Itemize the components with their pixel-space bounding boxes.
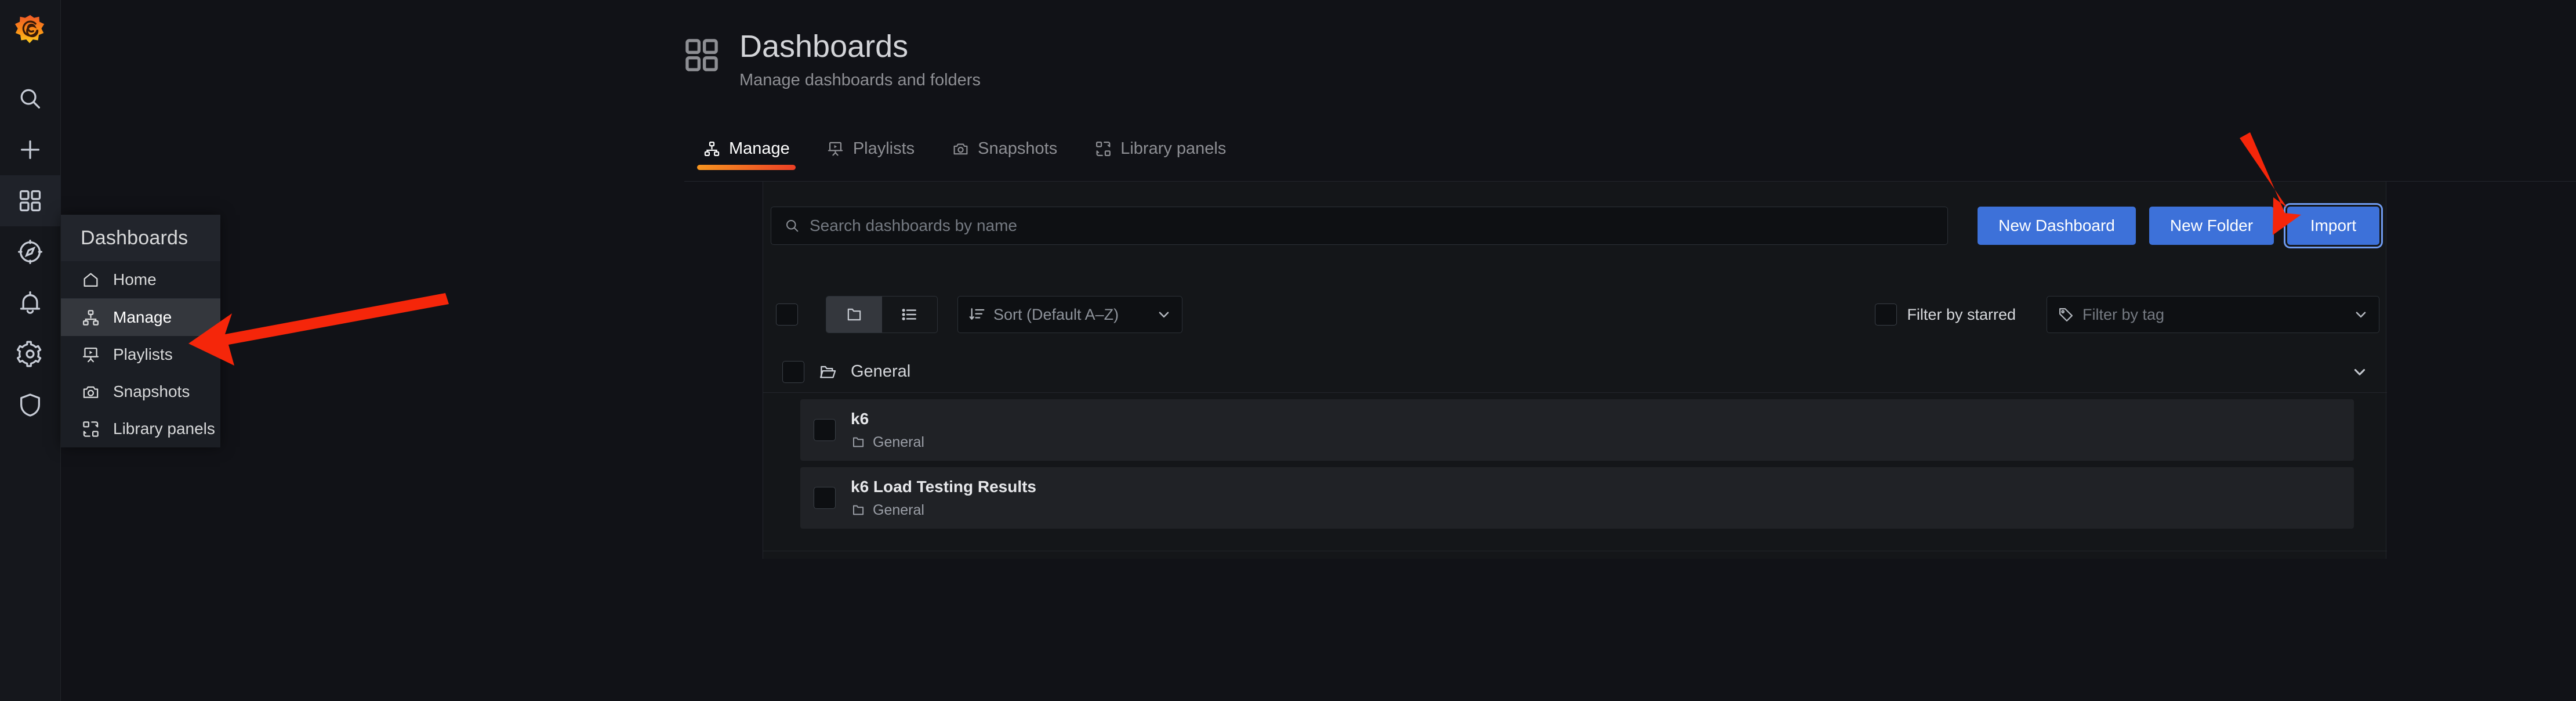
dashboard-list-item[interactable]: k6 Load Testing Results General xyxy=(800,467,2354,529)
sort-dropdown-label: Sort (Default A–Z) xyxy=(993,305,1119,323)
grafana-app-window: Dashboards Manage dashboards and folders… xyxy=(0,0,2576,701)
bell-icon xyxy=(17,290,43,316)
apps-grid-icon xyxy=(681,35,722,75)
primary-nav-rail xyxy=(0,0,61,701)
camera-icon xyxy=(952,140,969,158)
view-mode-toggle xyxy=(826,296,938,333)
chevron-down-icon xyxy=(1156,307,1171,322)
import-button[interactable]: Import xyxy=(2287,207,2379,245)
chevron-down-icon[interactable] xyxy=(2352,364,2368,380)
sort-dropdown[interactable]: Sort (Default A–Z) xyxy=(957,296,1182,333)
presentation-play-icon xyxy=(827,140,844,158)
sort-amount-down-icon xyxy=(968,306,986,323)
shield-icon xyxy=(17,392,43,418)
folder-name: General xyxy=(851,362,911,381)
select-all-checkbox[interactable] xyxy=(776,303,798,326)
page-tabs: Manage Playlists Snapshots Library panel… xyxy=(684,139,1245,170)
view-mode-list-button[interactable] xyxy=(882,297,938,333)
search-input[interactable] xyxy=(810,216,1911,235)
dashboard-checkbox[interactable] xyxy=(814,419,836,441)
search-icon xyxy=(784,218,800,234)
new-folder-button[interactable]: New Folder xyxy=(2149,207,2274,245)
library-panel-icon xyxy=(81,419,100,439)
menu-item-label: Home xyxy=(113,270,157,288)
list-icon xyxy=(900,305,919,324)
search-results-list: General k6 General k6 Load Testing Resul… xyxy=(763,351,2387,529)
starred-checkbox[interactable] xyxy=(1875,303,1897,326)
view-mode-folder-button[interactable] xyxy=(826,297,882,333)
rail-item-alerting[interactable] xyxy=(0,277,61,328)
sitemap-icon xyxy=(81,308,100,327)
presentation-play-icon xyxy=(81,345,100,364)
rail-search-button[interactable] xyxy=(0,73,61,124)
tab-label: Manage xyxy=(729,139,790,158)
rail-create-button[interactable] xyxy=(0,124,61,175)
tag-filter-placeholder: Filter by tag xyxy=(2082,305,2165,323)
menu-item-label: Playlists xyxy=(113,345,173,363)
camera-icon xyxy=(81,382,100,402)
grafana-logo[interactable] xyxy=(12,13,48,49)
menu-item-manage[interactable]: Manage xyxy=(61,299,220,336)
folder-checkbox[interactable] xyxy=(782,360,804,383)
tab-label: Snapshots xyxy=(978,139,1058,158)
dashboard-browser-panel: New Dashboard New Folder Import xyxy=(763,182,2387,559)
mega-menu-title: Dashboards xyxy=(81,226,188,249)
tab-snapshots[interactable]: Snapshots xyxy=(933,139,1076,170)
folder-open-icon xyxy=(818,363,837,381)
dashboard-list-item[interactable]: k6 General xyxy=(800,399,2354,461)
dashboards-mega-menu: Dashboards Home Manage Playlists Snapsho… xyxy=(61,215,220,447)
rail-item-explore[interactable] xyxy=(0,226,61,277)
starred-label: Filter by starred xyxy=(1907,305,2016,323)
tag-icon xyxy=(2058,306,2074,323)
sitemap-icon xyxy=(703,140,720,158)
tab-manage[interactable]: Manage xyxy=(684,139,808,170)
page-subtitle: Manage dashboards and folders xyxy=(739,70,981,89)
filter-and-sort-row: Sort (Default A–Z) Filter by starred Fil… xyxy=(763,296,2387,333)
tab-library-panels[interactable]: Library panels xyxy=(1076,139,1245,170)
chevron-down-icon xyxy=(2353,307,2368,322)
search-and-actions-row: New Dashboard New Folder Import xyxy=(763,207,2387,245)
folder-section-header[interactable]: General xyxy=(763,351,2387,393)
folder-icon xyxy=(851,435,866,450)
dashboard-title: k6 Load Testing Results xyxy=(851,477,1036,496)
menu-item-library-panels[interactable]: Library panels xyxy=(61,410,220,447)
menu-item-snapshots[interactable]: Snapshots xyxy=(61,373,220,410)
tag-filter-dropdown[interactable]: Filter by tag xyxy=(2047,296,2379,333)
new-dashboard-button[interactable]: New Dashboard xyxy=(1978,207,2136,245)
gear-icon xyxy=(17,341,43,367)
page-title: Dashboards xyxy=(739,29,909,64)
compass-icon xyxy=(17,239,43,265)
tab-playlists[interactable]: Playlists xyxy=(808,139,933,170)
menu-item-label: Library panels xyxy=(113,420,215,438)
dashboard-folder-name: General xyxy=(873,501,924,518)
rail-item-configuration[interactable] xyxy=(0,328,61,380)
library-panel-icon xyxy=(1094,140,1112,158)
page-header: Dashboards Manage dashboards and folders xyxy=(681,30,981,90)
folder-icon xyxy=(845,305,863,324)
rail-item-server-admin[interactable] xyxy=(0,380,61,431)
filter-by-starred-control[interactable]: Filter by starred xyxy=(1875,303,2016,326)
dashboard-folder-name: General xyxy=(873,433,924,450)
menu-item-label: Snapshots xyxy=(113,382,190,400)
menu-item-playlists[interactable]: Playlists xyxy=(61,336,220,373)
menu-item-home[interactable]: Home xyxy=(61,261,220,298)
tab-label: Library panels xyxy=(1120,139,1227,158)
dashboard-title: k6 xyxy=(851,409,869,428)
mega-menu-header: Dashboards xyxy=(61,215,220,261)
dashboard-checkbox[interactable] xyxy=(814,487,836,509)
tab-label: Playlists xyxy=(852,139,915,158)
menu-item-label: Manage xyxy=(113,308,172,326)
home-icon xyxy=(81,270,100,290)
rail-item-dashboards[interactable] xyxy=(0,175,61,226)
apps-grid-icon xyxy=(17,187,43,214)
folder-icon xyxy=(851,503,866,518)
page-content: Dashboards Manage dashboards and folders… xyxy=(61,0,2576,701)
search-field-wrapper[interactable] xyxy=(771,207,1948,245)
